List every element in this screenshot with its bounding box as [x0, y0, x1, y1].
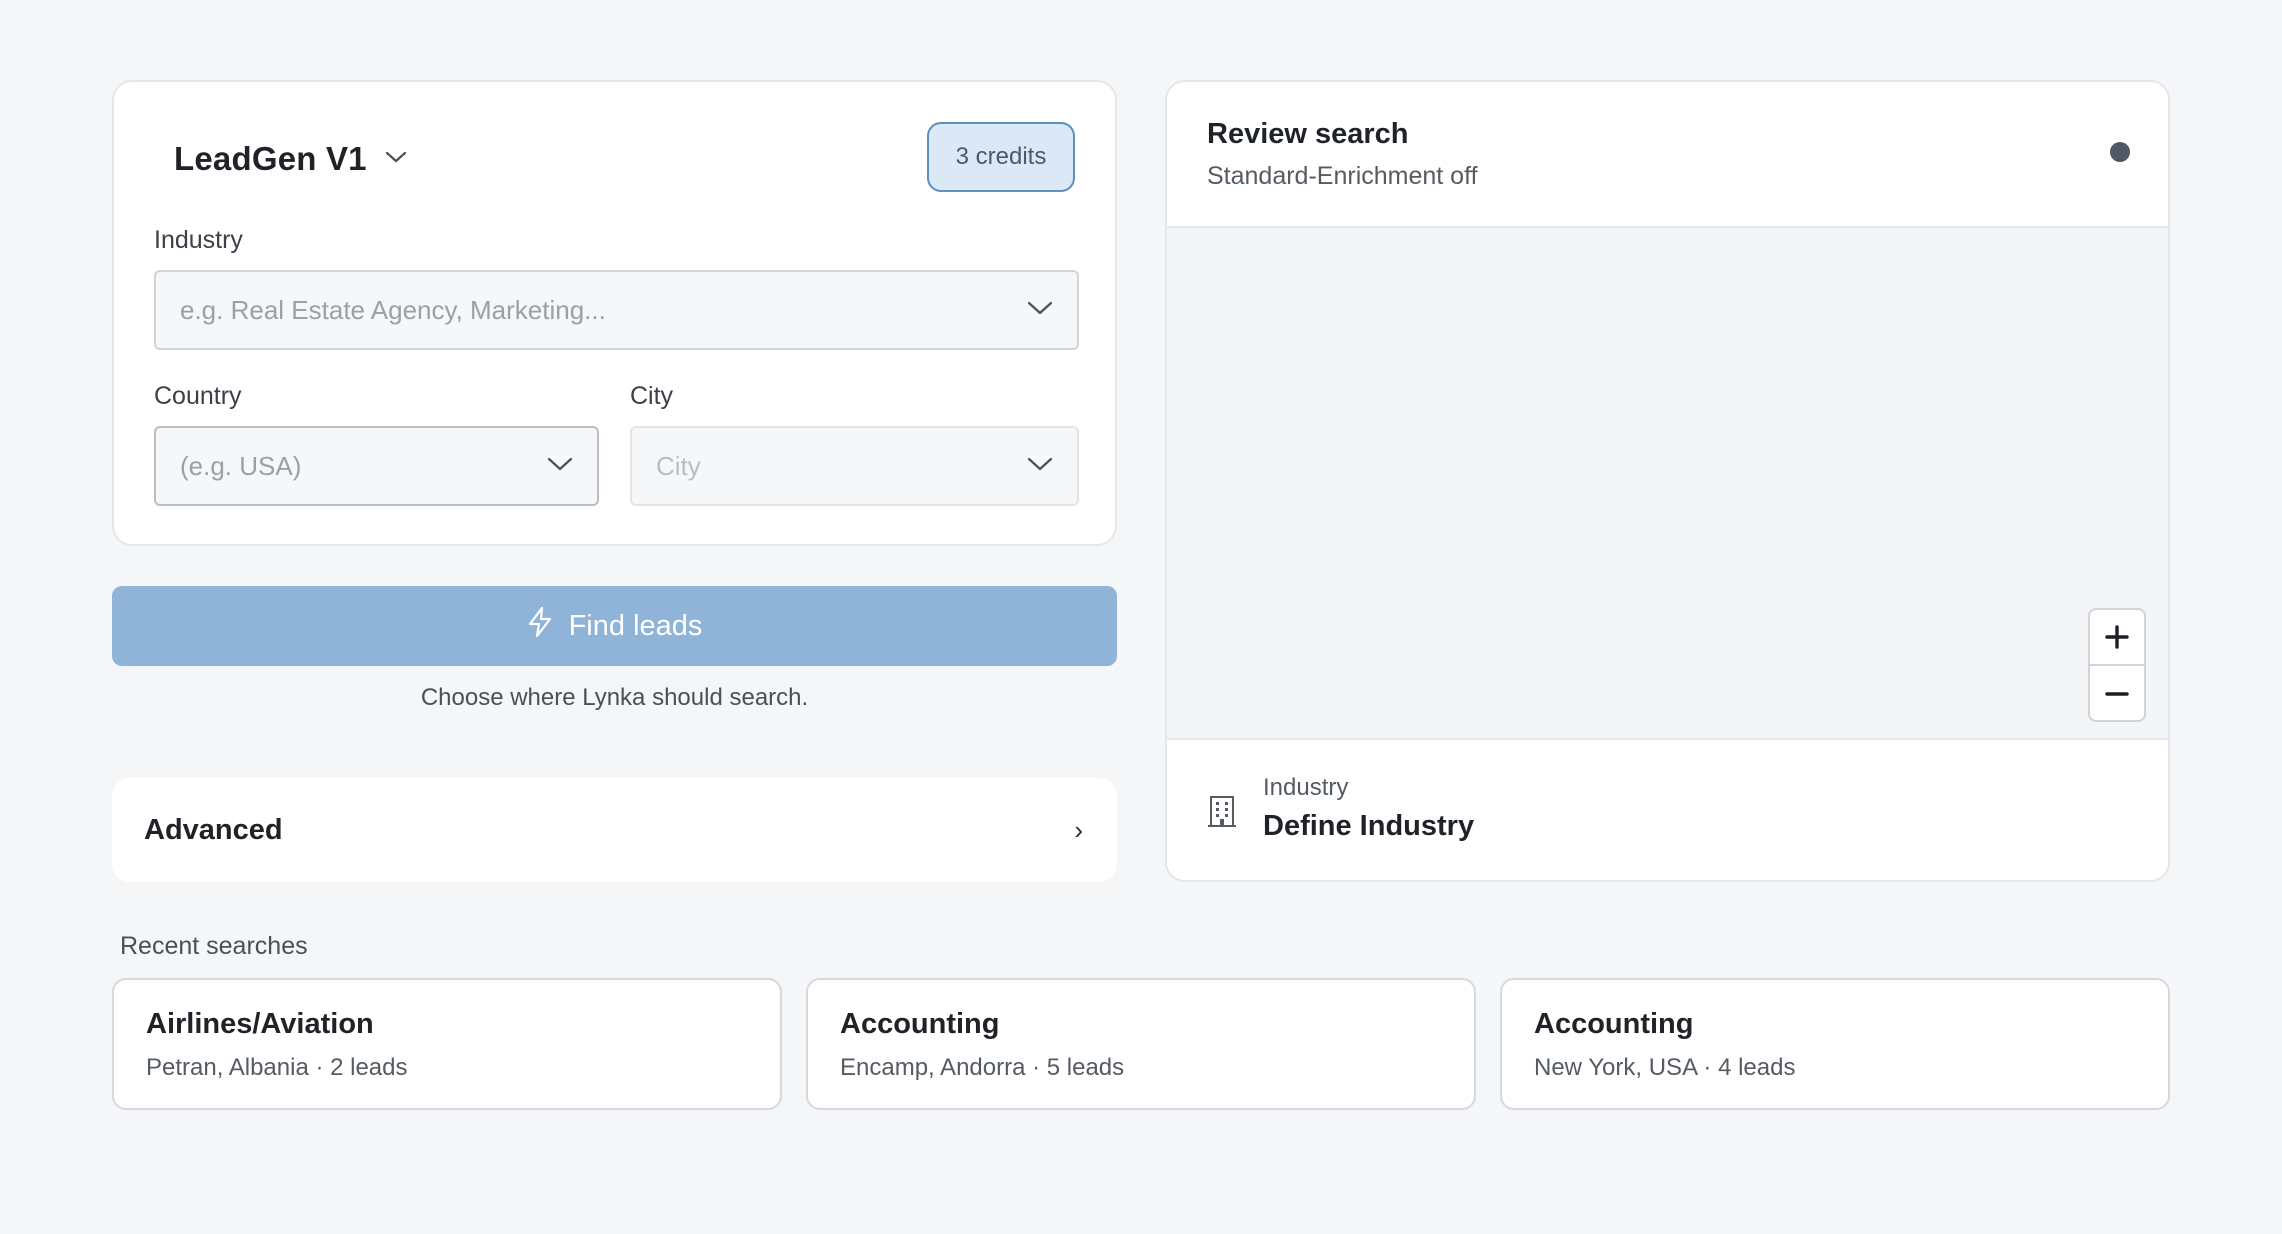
recent-search-title: Accounting	[840, 1008, 1000, 1040]
country-label: Country	[154, 382, 242, 410]
minus-icon	[2105, 692, 2129, 696]
recent-search-meta: New York, USA · 4 leads	[1534, 1054, 1796, 1081]
zoom-in-button[interactable]	[2090, 610, 2144, 666]
map-view[interactable]	[1167, 228, 2168, 742]
zoom-controls	[2088, 608, 2146, 722]
industry-summary-value: Define Industry	[1263, 810, 1475, 842]
recent-search-card[interactable]: Accounting Encamp, Andorra · 5 leads	[806, 978, 1476, 1110]
recent-search-meta: Petran, Albania · 2 leads	[146, 1054, 408, 1081]
city-label: City	[630, 382, 674, 410]
review-subtitle: Standard-Enrichment off	[1207, 162, 1478, 190]
status-dot	[2110, 142, 2130, 162]
review-title: Review search	[1207, 118, 1409, 150]
recent-searches-title: Recent searches	[120, 932, 308, 960]
industry-placeholder: e.g. Real Estate Agency, Marketing...	[180, 294, 606, 325]
review-header: Review search Standard-Enrichment off	[1167, 82, 2168, 228]
chevron-down-icon	[385, 150, 407, 169]
industry-label: Industry	[154, 226, 243, 254]
chevron-down-icon	[1027, 456, 1053, 477]
advanced-section-toggle[interactable]: Advanced ›	[112, 778, 1117, 882]
industry-summary: Industry Define Industry	[1167, 738, 2168, 880]
recent-search-card[interactable]: Airlines/Aviation Petran, Albania · 2 le…	[112, 978, 782, 1110]
recent-search-title: Accounting	[1534, 1008, 1694, 1040]
lightning-icon	[527, 606, 553, 646]
search-hint: Choose where Lynka should search.	[420, 684, 809, 711]
recent-search-card[interactable]: Accounting New York, USA · 4 leads	[1500, 978, 2170, 1110]
zoom-out-button[interactable]	[2090, 666, 2144, 720]
model-name: LeadGen V1	[174, 140, 367, 177]
city-placeholder: City	[656, 450, 701, 481]
credits-badge: 3 credits	[927, 122, 1075, 192]
search-form-card: LeadGen V1 3 credits Industry e.g. Real …	[112, 80, 1117, 546]
industry-summary-label: Industry	[1263, 774, 1349, 801]
find-leads-label: Find leads	[568, 609, 703, 642]
recent-search-meta: Encamp, Andorra · 5 leads	[840, 1054, 1125, 1081]
advanced-label: Advanced	[144, 813, 283, 846]
plus-icon	[2105, 625, 2129, 649]
building-icon	[1207, 794, 1237, 828]
chevron-right-icon: ›	[1074, 814, 1083, 845]
find-leads-button[interactable]: Find leads	[112, 586, 1117, 666]
industry-select[interactable]: e.g. Real Estate Agency, Marketing...	[154, 270, 1079, 350]
model-selector[interactable]: LeadGen V1	[174, 140, 407, 178]
country-select[interactable]: (e.g. USA)	[154, 426, 599, 506]
country-placeholder: (e.g. USA)	[180, 450, 302, 481]
city-select[interactable]: City	[630, 426, 1079, 506]
chevron-down-icon	[1027, 300, 1053, 321]
chevron-down-icon	[547, 456, 573, 477]
review-search-card: Review search Standard-Enrichment off In…	[1165, 80, 2170, 882]
recent-search-title: Airlines/Aviation	[146, 1008, 374, 1040]
